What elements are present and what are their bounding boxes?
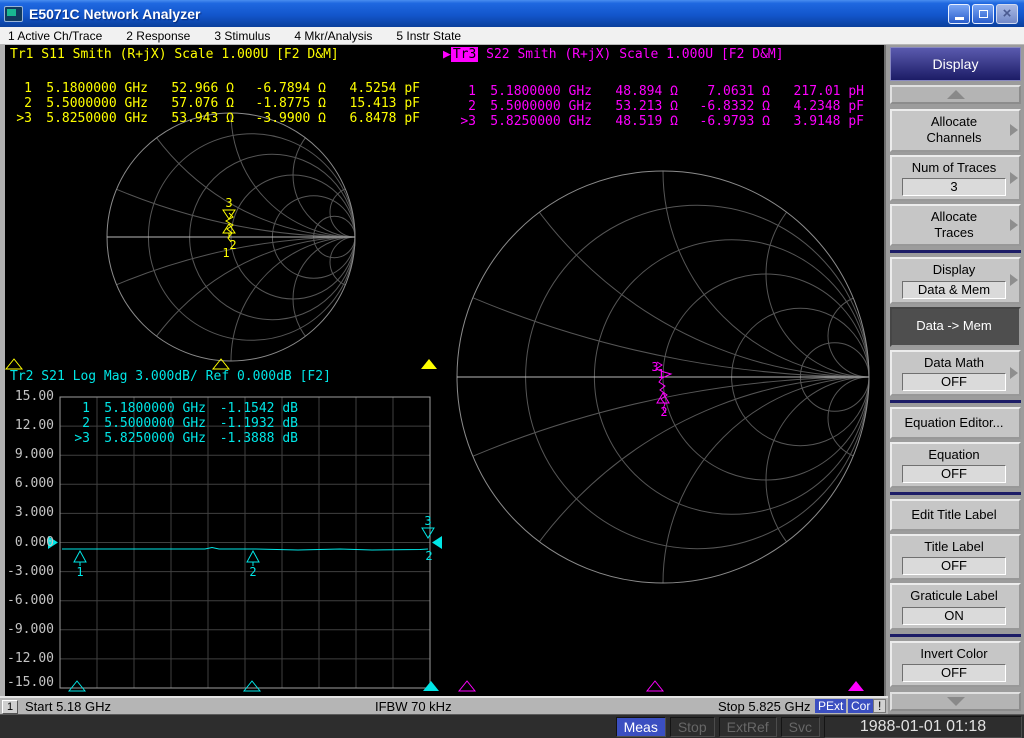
softkey-value: OFF	[902, 465, 1006, 483]
arrow-down-icon	[946, 696, 965, 706]
tr1-header: Tr1 S11 Smith (R+jX) Scale 1.000U [F2 D&…	[10, 47, 339, 62]
stop-status-badge: Stop	[669, 716, 715, 737]
y-axis-label: 15.00	[14, 389, 54, 404]
softkey-separator	[890, 399, 1021, 403]
softkey-scroll-up[interactable]	[890, 85, 1021, 104]
submenu-arrow-icon	[1010, 171, 1018, 184]
softkey-value: OFF	[902, 557, 1006, 576]
y-axis-label: 9.000	[14, 447, 54, 462]
close-button[interactable]: ×	[996, 3, 1018, 24]
softkey-equation[interactable]: Equation OFF	[890, 441, 1021, 488]
channel-number-badge: 1	[2, 700, 18, 714]
y-axis-label: -15.00	[7, 675, 54, 690]
softkey-display[interactable]: Display Data & Mem	[890, 257, 1021, 304]
submenu-arrow-icon	[1010, 366, 1018, 379]
softkey-edit-title-label[interactable]: Edit Title Label	[890, 499, 1021, 531]
cor-badge: Cor	[848, 699, 874, 713]
extref-status-badge: ExtRef	[718, 716, 777, 737]
window-title: E5071C Network Analyzer	[29, 5, 201, 22]
softkey-num-of-traces[interactable]: Num of Traces 3	[890, 154, 1021, 201]
softkey-allocate-traces[interactable]: Allocate Traces	[890, 203, 1021, 247]
close-icon: ×	[1002, 5, 1012, 22]
y-axis-label: 12.00	[14, 418, 54, 433]
title-bar: E5071C Network Analyzer ×	[0, 0, 1024, 27]
window-controls: ×	[948, 3, 1024, 24]
softkey-equation-editor[interactable]: Equation Editor...	[890, 406, 1021, 439]
y-axis-label: -9.000	[7, 622, 54, 637]
softkey-sidebar: Display Allocate Channels Num of Traces …	[884, 45, 1024, 722]
softkey-separator	[890, 492, 1021, 495]
y-axis-label: 3.000	[14, 505, 54, 520]
y-axis-label: -12.00	[7, 651, 54, 666]
submenu-arrow-icon	[1010, 274, 1018, 287]
clock: 1988-01-01 01:18	[824, 715, 1022, 738]
app-icon	[4, 5, 23, 22]
softkey-allocate-channels[interactable]: Allocate Channels	[890, 109, 1021, 152]
softkey-value: OFF	[902, 663, 1006, 682]
pext-badge: PExt	[815, 699, 847, 713]
submenu-arrow-icon	[1010, 124, 1018, 137]
warning-badge: !	[873, 699, 887, 713]
active-trace-arrow: ▶	[443, 47, 451, 62]
softkey-scroll-down[interactable]	[890, 691, 1021, 711]
softkey-value: Data & Mem	[902, 280, 1006, 299]
stop-frequency: Stop 5.825 GHz	[718, 699, 811, 714]
ifbw-readout: IFBW 70 kHz	[375, 699, 452, 714]
softkey-value: ON	[902, 606, 1006, 625]
softkey-separator	[890, 250, 1021, 254]
softkey-value: 3	[902, 177, 1006, 196]
softkey-invert-color[interactable]: Invert Color OFF	[890, 640, 1021, 687]
softkey-panel: Display Allocate Channels Num of Traces …	[884, 45, 1024, 722]
minimize-icon	[954, 16, 964, 20]
restore-button[interactable]	[972, 3, 994, 24]
meas-status-badge: Meas	[615, 716, 666, 737]
tr1-marker-row: >3 5.8250000 GHz 53.943 Ω -3.9900 Ω 6.8478 p…	[16, 111, 420, 126]
softkey-data-to-mem[interactable]: Data -> Mem	[890, 306, 1021, 347]
softkey-title-label[interactable]: Title Label OFF	[890, 534, 1021, 581]
y-axis-label: 6.000	[14, 476, 54, 491]
submenu-arrow-icon	[1010, 219, 1018, 231]
y-axis-label: -6.000	[7, 593, 54, 608]
menu-item-mkr-analysis[interactable]: 4 Mkr/Analysis	[294, 29, 372, 43]
softkey-separator	[890, 633, 1021, 637]
tr2-marker-row: 1 5.1800000 GHz -1.1542 dB	[82, 401, 298, 416]
tr1-marker-row: 1 5.1800000 GHz 52.966 Ω -6.7894 Ω 4.5254 pF	[24, 81, 420, 96]
tr2-marker-row: >3 5.8250000 GHz -1.3888 dB	[74, 431, 298, 446]
tr3-marker-row: >3 5.8250000 GHz 48.519 Ω -6.9793 Ω 3.9148 p…	[460, 114, 864, 129]
y-axis-label: -3.000	[7, 564, 54, 579]
start-frequency: Start 5.18 GHz	[25, 699, 111, 714]
softkey-graticule-label[interactable]: Graticule Label ON	[890, 583, 1021, 630]
tr3-marker-row: 1 5.1800000 GHz 48.894 Ω 7.0631 Ω 217.01 pH	[468, 84, 864, 99]
tr2-header: Tr2 S21 Log Mag 3.000dB/ Ref 0.000dB [F2…	[10, 369, 331, 384]
instrument-status-bar: Meas Stop ExtRef Svc 1988-01-01 01:18	[0, 714, 1024, 738]
menu-item-active-ch-trace[interactable]: 1 Active Ch/Trace	[8, 29, 102, 43]
menu-item-stimulus[interactable]: 3 Stimulus	[214, 29, 270, 43]
y-axis-ref-label: 0.000	[14, 535, 54, 550]
softkey-data-math[interactable]: Data Math OFF	[890, 349, 1021, 396]
arrow-up-icon	[946, 90, 965, 99]
tr3-name-badge: Tr3	[450, 47, 479, 62]
restore-icon	[978, 9, 988, 18]
tr1-marker-row: 2 5.5000000 GHz 57.076 Ω -1.8775 Ω 15.413 pF	[24, 96, 420, 111]
tr3-marker-row: 2 5.5000000 GHz 53.213 Ω -6.8332 Ω 4.2348 pF	[468, 99, 864, 114]
menu-item-response[interactable]: 2 Response	[126, 29, 190, 43]
menu-bar: 1 Active Ch/Trace 2 Response 3 Stimulus …	[0, 27, 1024, 45]
e5071c-screen: E5071C Network Analyzer × 1 Active Ch/Tr…	[0, 0, 1024, 738]
menu-item-instr-state[interactable]: 5 Instr State	[396, 29, 461, 43]
tr3-header: ▶ Tr3 S22 Smith (R+jX) Scale 1.000U [F2 D…	[443, 47, 784, 62]
tr2-marker-row: 2 5.5000000 GHz -1.1932 dB	[82, 416, 298, 431]
svc-status-badge: Svc	[780, 716, 820, 737]
minimize-button[interactable]	[948, 3, 970, 24]
softkey-menu-title: Display	[890, 47, 1021, 81]
channel-status-bar: 1 Start 5.18 GHz IFBW 70 kHz Stop 5.825 …	[0, 696, 888, 714]
softkey-value: OFF	[902, 372, 1006, 391]
